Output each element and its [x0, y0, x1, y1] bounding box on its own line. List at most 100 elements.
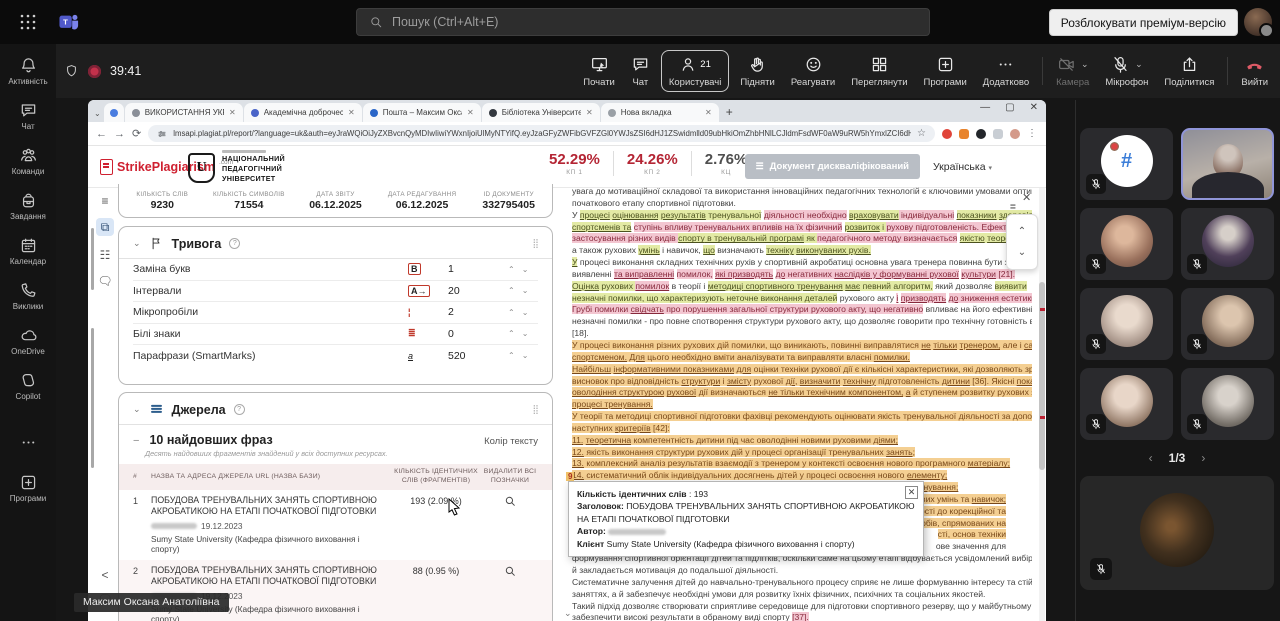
- sidebar-item-chat[interactable]: Чат: [0, 93, 56, 138]
- teams-logo-icon[interactable]: T: [58, 12, 80, 32]
- participant-tile[interactable]: [1181, 368, 1274, 440]
- magnifier-icon[interactable]: [504, 565, 516, 577]
- participant-tile[interactable]: [1181, 288, 1274, 360]
- meetbar-button-more[interactable]: Додатково: [975, 44, 1037, 98]
- step-down-icon[interactable]: ⌄: [522, 265, 529, 274]
- drag-handle-icon[interactable]: ⣿: [532, 238, 540, 249]
- scroll-up-icon[interactable]: ⌃: [1018, 226, 1026, 237]
- tab-close-icon[interactable]: ✕: [705, 108, 712, 117]
- chevron-down-icon[interactable]: ⌄: [1081, 59, 1089, 70]
- magnifier-icon[interactable]: [504, 495, 516, 507]
- document-status-button[interactable]: ☰ Документ дискваліфікований: [745, 154, 920, 179]
- extension-icon[interactable]: [959, 129, 969, 139]
- tab-close-icon[interactable]: ✕: [467, 108, 474, 117]
- pager-prev-icon[interactable]: ‹: [1149, 451, 1153, 465]
- pages-icon[interactable]: ⧉: [96, 218, 114, 236]
- app-launcher-icon[interactable]: [20, 14, 36, 30]
- tab-close-icon[interactable]: ✕: [586, 108, 593, 117]
- menu-equals-icon[interactable]: =: [1010, 202, 1016, 213]
- tab-search-caret-icon[interactable]: ⌄: [94, 109, 101, 118]
- share-report-icon[interactable]: <: [96, 566, 114, 584]
- document-scrollbar[interactable]: [1039, 188, 1045, 621]
- pinned-tab[interactable]: [104, 103, 124, 122]
- fragment-marker[interactable]: 9: [566, 472, 574, 481]
- back-icon[interactable]: ←: [96, 128, 107, 140]
- sidebar-item-calendar[interactable]: Календар: [0, 228, 56, 273]
- meetbar-button-camera[interactable]: ⌄Камера: [1048, 44, 1097, 98]
- meetbar-button-view[interactable]: Переглянути: [843, 44, 915, 98]
- step-down-icon[interactable]: ⌄: [522, 351, 529, 360]
- browser-tab[interactable]: Академічна доброчесність у ...✕: [244, 103, 362, 122]
- pager-next-icon[interactable]: ›: [1201, 451, 1205, 465]
- collapse-chevron-icon[interactable]: ⌄: [133, 238, 141, 249]
- participant-tile[interactable]: [1181, 208, 1274, 280]
- meetbar-button-start[interactable]: Почати: [575, 44, 623, 98]
- popup-close-icon[interactable]: ✕: [905, 486, 918, 499]
- browser-tab[interactable]: Бібліотека Університету Ушин...✕: [482, 103, 600, 122]
- address-bar[interactable]: lmsapi.plagiat.pl/report/?language=uk&au…: [148, 125, 935, 142]
- sidebar-item-teams[interactable]: Команди: [0, 138, 56, 183]
- browser-tab[interactable]: ВИКОРИСТАННЯ УКРАЇНСЬК...✕: [125, 103, 243, 122]
- participant-tile[interactable]: #: [1080, 128, 1173, 200]
- step-up-icon[interactable]: ⌃: [508, 329, 515, 338]
- participant-tile[interactable]: [1080, 368, 1173, 440]
- sidebar-item-copilot[interactable]: Copilot: [0, 363, 56, 408]
- profile-icon[interactable]: [1010, 129, 1020, 139]
- reload-icon[interactable]: ⟳: [132, 127, 141, 140]
- meetbar-button-leave[interactable]: Вийти: [1233, 44, 1276, 98]
- meetbar-button-share[interactable]: Поділитися: [1156, 44, 1222, 98]
- text-color-label[interactable]: Колір тексту: [484, 436, 538, 447]
- scroll-down-icon[interactable]: ⌄: [1018, 247, 1026, 258]
- help-icon[interactable]: ?: [234, 404, 245, 415]
- chevron-down-icon[interactable]: ⌄: [1135, 59, 1143, 70]
- help-icon[interactable]: ?: [229, 238, 240, 249]
- step-up-icon[interactable]: ⌃: [508, 308, 515, 317]
- step-up-icon[interactable]: ⌃: [508, 351, 515, 360]
- meetbar-button-apps[interactable]: Програми: [916, 44, 975, 98]
- search-input[interactable]: Пошук (Ctrl+Alt+E): [356, 8, 930, 36]
- collapse-minus-icon[interactable]: −: [133, 435, 139, 447]
- user-avatar[interactable]: [1244, 8, 1272, 36]
- close-icon[interactable]: ✕: [1030, 102, 1038, 113]
- meetbar-button-raise[interactable]: Підняти: [732, 44, 783, 98]
- comments-icon[interactable]: 🗨: [96, 272, 114, 290]
- step-down-icon[interactable]: ⌄: [522, 329, 529, 338]
- list-view-icon[interactable]: ☷: [96, 246, 114, 264]
- site-settings-icon[interactable]: [157, 129, 167, 139]
- sidebar-item-apps[interactable]: Програми: [0, 465, 56, 510]
- new-tab-icon[interactable]: +: [726, 105, 733, 119]
- extension-icon[interactable]: [993, 129, 1003, 139]
- sidebar-item-calls[interactable]: Виклики: [0, 273, 56, 318]
- self-video-tile[interactable]: [1080, 476, 1274, 590]
- close-panel-icon[interactable]: ✕: [1022, 191, 1031, 204]
- participant-tile[interactable]: [1080, 208, 1173, 280]
- sidebar-item-onedrive[interactable]: OneDrive: [0, 318, 56, 363]
- browser-tab[interactable]: Нова вкладка✕: [601, 103, 719, 122]
- menu-icon[interactable]: ≡: [96, 192, 114, 210]
- meetbar-button-react[interactable]: Реагувати: [783, 44, 843, 98]
- source-row[interactable]: 1ПОБУДОВА ТРЕНУВАЛЬНИХ ЗАНЯТЬ СПОРТИВНОЮ…: [119, 490, 552, 560]
- collapse-chevron-icon[interactable]: ⌄: [133, 404, 141, 415]
- participant-tile[interactable]: [1080, 288, 1173, 360]
- sidebar-item-more[interactable]: [0, 420, 56, 465]
- minimize-icon[interactable]: —: [980, 102, 990, 113]
- meetbar-button-people[interactable]: 21Користувачі: [661, 50, 729, 92]
- extension-icon[interactable]: [976, 129, 986, 139]
- participant-tile-active-speaker[interactable]: [1181, 128, 1274, 200]
- sidebar-item-activity[interactable]: Активність: [0, 48, 56, 93]
- step-up-icon[interactable]: ⌃: [508, 286, 515, 295]
- meetbar-button-mic[interactable]: ⌄Мікрофон: [1097, 44, 1156, 98]
- bookmark-star-icon[interactable]: ☆: [917, 128, 926, 139]
- drag-handle-icon[interactable]: ⣿: [532, 404, 540, 415]
- language-dropdown[interactable]: Українська ▾: [933, 161, 992, 173]
- sidebar-item-assignments[interactable]: Завдання: [0, 183, 56, 228]
- meetbar-button-chat[interactable]: Чат: [623, 44, 658, 98]
- tab-close-icon[interactable]: ✕: [229, 108, 236, 117]
- extension-icon[interactable]: [942, 129, 952, 139]
- scroll-down-caret-icon[interactable]: ⌄: [564, 608, 572, 619]
- browser-menu-icon[interactable]: ⋮: [1027, 128, 1038, 139]
- forward-icon[interactable]: →: [114, 128, 125, 140]
- step-down-icon[interactable]: ⌄: [522, 308, 529, 317]
- step-down-icon[interactable]: ⌄: [522, 286, 529, 295]
- unlock-premium-button[interactable]: Розблокувати преміум-версію: [1049, 9, 1238, 36]
